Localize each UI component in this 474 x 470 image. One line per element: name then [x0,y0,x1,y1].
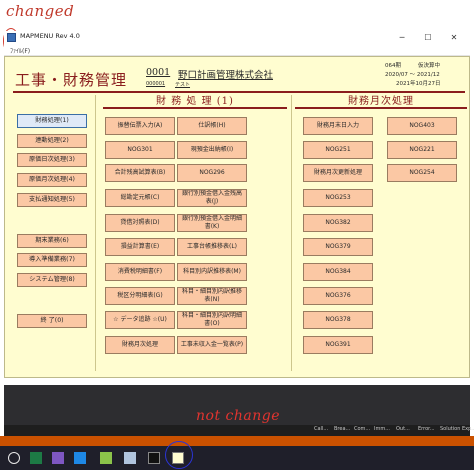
window-bottom-edge [4,378,470,385]
finance-menu-button[interactable]: NOG296 [177,164,247,182]
vs-code-icon[interactable] [74,452,86,464]
finance-menu-button[interactable]: 総勘定元帳(C) [105,189,175,207]
search-icon[interactable] [8,452,20,464]
ide-tab[interactable]: Out... [396,426,410,432]
company-code: 0001 [146,67,171,78]
finance-menu-button[interactable]: 合計残高試算表(B) [105,164,175,182]
finance-menu-button[interactable]: 貸借対照表(D) [105,214,175,232]
period-range: 2020/07 ～ 2021/12 [385,72,440,78]
monthly-menu-button[interactable]: NOG378 [303,311,373,329]
monthly-menu-button[interactable]: NOG382 [303,214,373,232]
company-name: 野口計画管理株式会社 [178,70,274,81]
ide-tab[interactable]: Imm... [374,426,390,432]
finance-menu-button[interactable]: 税区分明細表(G) [105,287,175,305]
annotation-circle-icon [165,441,193,469]
sidebar-item[interactable]: 期末業務(6) [17,234,87,248]
sub-name: テスト [175,82,191,88]
taskbar [0,446,474,470]
column-divider [95,95,96,371]
finance-menu-button[interactable]: 銀行別預金借入金残高表(J) [177,189,247,207]
monthly-menu-button[interactable]: NOG251 [303,141,373,159]
monthly-menu-button[interactable]: NOG221 [387,141,457,159]
window-titlebar[interactable]: MAPMENU Rev 4.0 ─ ☐ ✕ [4,31,470,45]
section-monthly-header: 財務月次処理 [295,95,467,109]
close-button[interactable]: ✕ [442,31,466,45]
minimize-button[interactable]: ─ [390,31,414,45]
monthly-menu-button[interactable]: 財務月末日入力 [303,117,373,135]
finance-menu-button[interactable]: 工事未収入金一覧表(P) [177,336,247,354]
notepad-icon[interactable] [100,452,112,464]
monthly-menu-button[interactable]: NOG379 [303,238,373,256]
menu-file[interactable]: ﾌｧｲﾙ(F) [10,46,30,55]
ide-tab[interactable]: Error... [418,426,435,432]
finance-menu-button[interactable]: 消費税明細書(F) [105,263,175,281]
finance-menu-button[interactable]: 科目別内訳推移表(M) [177,263,247,281]
finance-menu-button[interactable]: 銀行別預金借入金明細書(K) [177,214,247,232]
monthly-menu-button[interactable]: NOG254 [387,164,457,182]
header-divider [13,91,465,93]
finance-menu-button[interactable]: 科目・細目別内訳推移表(N) [177,287,247,305]
finance-menu-button[interactable]: 科目・細目別内訳明細書(O) [177,311,247,329]
window-title: MAPMENU Rev 4.0 [20,32,80,40]
app-icon [7,33,16,42]
monthly-menu-button[interactable]: NOG384 [303,263,373,281]
finance-menu-button[interactable]: 振替伝票入力(A) [105,117,175,135]
period-label: 064期 [385,63,401,69]
sidebar-item[interactable]: 原価日次処理(3) [17,153,87,167]
finance-menu-button[interactable]: 仕訳帳(H) [177,117,247,135]
annotation-changed: changed [6,2,75,20]
status-badge: 仮決算中 [418,63,441,69]
app-client-area: 工事・財務管理 0001 野口計画管理株式会社 000001 テスト 064期 … [4,56,470,378]
sub-code: 000001 [146,81,166,87]
sidebar-item[interactable]: 連動処理(2) [17,134,87,148]
finance-menu-button[interactable]: 損益計算書(E) [105,238,175,256]
screenshot-stage: changed MAPMENU Rev 4.0 ─ ☐ ✕ ﾌｧｲﾙ(F) 工事… [0,0,474,470]
column-divider [291,95,292,371]
menu-bar: ﾌｧｲﾙ(F) [4,45,470,56]
sidebar-item[interactable]: 導入準備業務(7) [17,253,87,267]
sidebar-item[interactable]: 原価月次処理(4) [17,173,87,187]
finance-menu-button[interactable]: 財務月次処理 [105,336,175,354]
sidebar-item[interactable]: 終 了(0) [17,314,87,328]
annotation-not-change: not change [196,408,280,424]
finance-menu-button[interactable]: 現預金出納帳(I) [177,141,247,159]
ide-tab[interactable]: Solution Exp... [440,426,474,432]
ide-tool-tabs: Call... Brea... Com... Imm... Out... Error...… [4,425,474,436]
finance-menu-button[interactable]: 工事台帳推移表(L) [177,238,247,256]
sidebar-item[interactable]: システム管理(8) [17,273,87,287]
maximize-button[interactable]: ☐ [416,31,440,45]
visual-studio-icon[interactable] [52,452,64,464]
ide-tab[interactable]: Call... [314,426,328,432]
ide-tab[interactable]: Com... [354,426,370,432]
monthly-menu-button[interactable]: NOG376 [303,287,373,305]
monthly-menu-button[interactable]: NOG403 [387,117,457,135]
finance-menu-button[interactable]: NOG301 [105,141,175,159]
ide-tab[interactable]: Brea... [334,426,350,432]
sidebar-item[interactable]: 財務処理(1) [17,114,87,128]
excel-icon[interactable] [30,452,42,464]
section-finance-header: 財 務 処 理 (1) [103,95,287,109]
monthly-menu-button[interactable]: 財務月次更新処理 [303,164,373,182]
finance-menu-button[interactable]: ☆ データ追跡 ☆(U) [105,311,175,329]
page-title: 工事・財務管理 [15,71,128,89]
monthly-menu-button[interactable]: NOG391 [303,336,373,354]
ide-status-bar [0,436,474,446]
terminal-icon[interactable] [148,452,160,464]
monthly-menu-button[interactable]: NOG253 [303,189,373,207]
current-date: 2021年10月27日 [396,81,441,87]
document-icon[interactable] [124,452,136,464]
sidebar-item[interactable]: 支払通知処理(5) [17,193,87,207]
